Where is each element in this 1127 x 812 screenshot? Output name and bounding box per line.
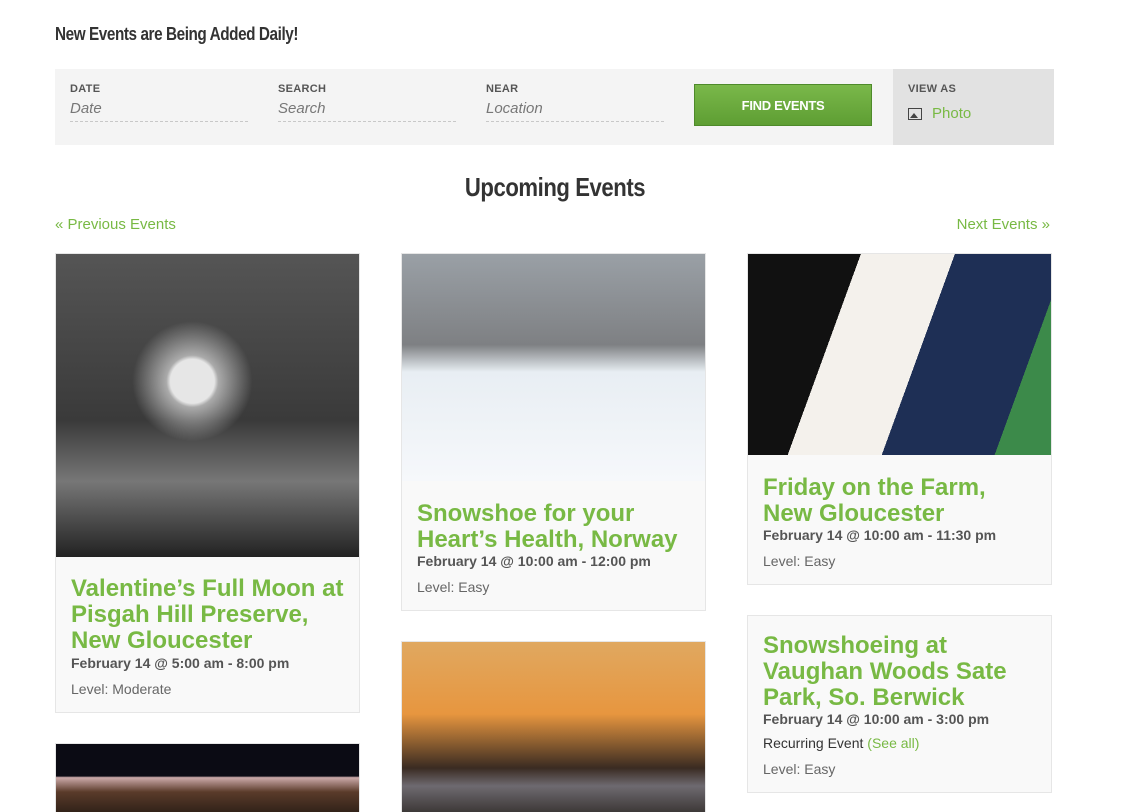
event-image[interactable]: [402, 254, 705, 481]
event-card[interactable]: Friday on the Farm, New Gloucester Febru…: [747, 253, 1052, 585]
event-image[interactable]: [56, 744, 359, 812]
search-field: SEARCH Search: [278, 83, 456, 122]
event-image[interactable]: [748, 254, 1051, 455]
event-title[interactable]: Snowshoeing at Vaughan Woods Sate Park, …: [763, 633, 1041, 711]
photo-icon: [908, 107, 922, 120]
search-label: SEARCH: [278, 83, 327, 95]
near-field: NEAR Location: [486, 83, 664, 122]
view-as-panel: VIEW AS Photo: [893, 69, 1054, 145]
event-level: Level: Easy: [763, 553, 836, 569]
event-search-bar: DATE Date SEARCH Search NEAR Location FI…: [55, 69, 1054, 145]
search-input[interactable]: Search: [278, 100, 456, 122]
event-card[interactable]: Snowshoe for your Heart’s Health, Norway…: [401, 253, 706, 611]
event-datetime: February 14 @ 10:00 am - 3:00 pm: [763, 711, 990, 727]
recurring-event-label: Recurring Event: [763, 735, 864, 751]
date-input[interactable]: Date: [70, 100, 248, 122]
event-level: Level: Moderate: [71, 681, 172, 697]
event-card[interactable]: Snowshoeing at Vaughan Woods Sate Park, …: [747, 615, 1052, 793]
recurring-event-text: Recurring Event (See all): [763, 735, 919, 751]
event-level: Level: Easy: [763, 761, 836, 777]
next-events-link[interactable]: Next Events »: [957, 216, 1050, 233]
event-title[interactable]: Snowshoe for your Heart’s Health, Norway: [417, 501, 695, 553]
event-datetime: February 14 @ 10:00 am - 11:30 pm: [763, 527, 997, 543]
event-datetime: February 14 @ 5:00 am - 8:00 pm: [71, 655, 290, 671]
see-all-link[interactable]: (See all): [867, 735, 919, 751]
event-card[interactable]: [55, 743, 360, 812]
previous-events-link[interactable]: « Previous Events: [55, 216, 176, 233]
date-field: DATE Date: [70, 83, 248, 122]
event-image[interactable]: [56, 254, 359, 557]
view-as-photo-option[interactable]: Photo: [908, 105, 971, 122]
event-title[interactable]: Friday on the Farm, New Gloucester: [763, 475, 1041, 527]
view-as-label: VIEW AS: [908, 83, 957, 95]
view-as-photo-label: Photo: [932, 105, 972, 122]
event-card[interactable]: [401, 641, 706, 812]
notice-banner: New Events are Being Added Daily!: [55, 24, 299, 44]
find-events-button[interactable]: FIND EVENTS: [694, 84, 872, 126]
event-image[interactable]: [402, 642, 705, 812]
event-title[interactable]: Valentine’s Full Moon at Pisgah Hill Pre…: [71, 576, 349, 654]
event-level: Level: Easy: [417, 579, 490, 595]
location-input[interactable]: Location: [486, 100, 664, 122]
event-card[interactable]: Valentine’s Full Moon at Pisgah Hill Pre…: [55, 253, 360, 713]
page-title: Upcoming Events: [464, 172, 646, 202]
date-label: DATE: [70, 83, 101, 95]
near-label: NEAR: [486, 83, 519, 95]
event-datetime: February 14 @ 10:00 am - 12:00 pm: [417, 553, 651, 569]
